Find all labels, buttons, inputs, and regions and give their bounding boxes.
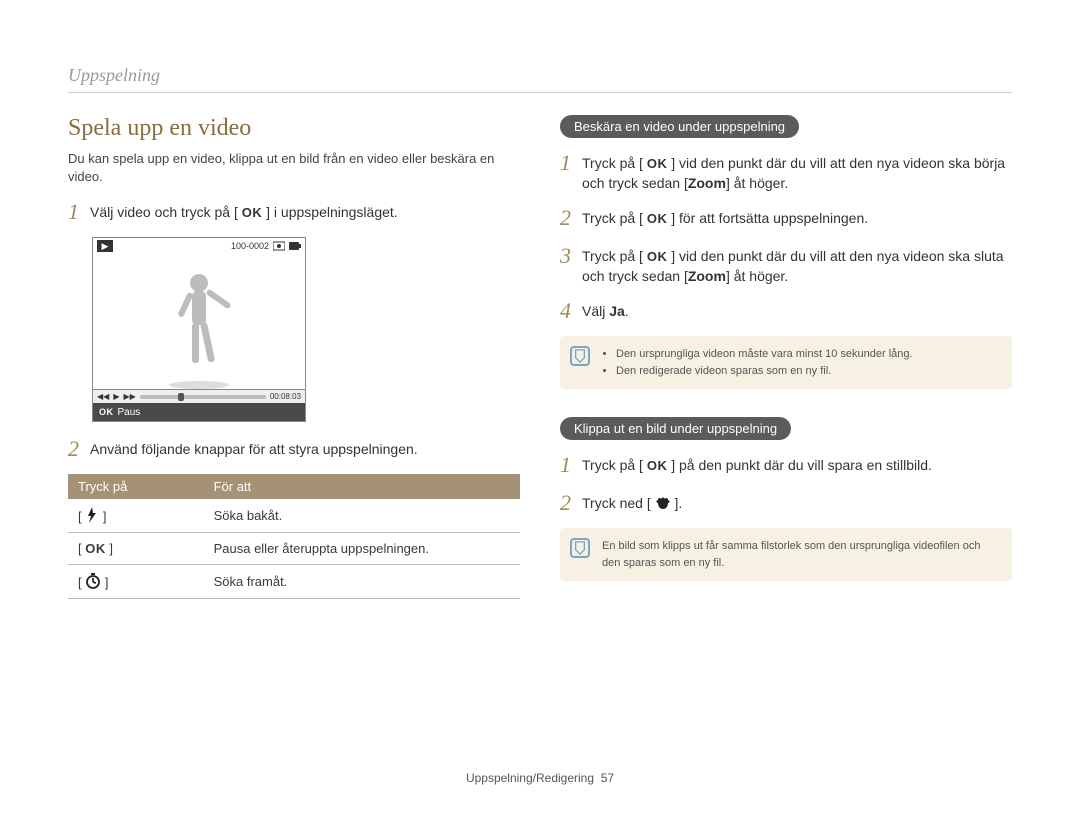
note-box: Den ursprungliga videon måste vara minst… xyxy=(560,336,1012,389)
table-header: För att xyxy=(204,474,520,499)
trim-step-1: 1 Tryck på [ OK ] vid den punkt där du v… xyxy=(560,150,1012,193)
file-counter: 100-0002 xyxy=(231,241,269,251)
left-step-1: 1 Välj video och tryck på [ OK ] i uppsp… xyxy=(68,199,520,225)
pause-label: Paus xyxy=(118,407,141,418)
subsection-clip-title: Klippa ut en bild under uppspelning xyxy=(560,417,791,440)
ok-icon: OK xyxy=(647,211,668,226)
table-cell: Söka framåt. xyxy=(204,565,520,599)
note-icon xyxy=(570,538,590,558)
step-text: Använd följande knappar för att styra up… xyxy=(90,436,520,462)
step-text: Tryck på [ xyxy=(582,155,643,171)
media-icon xyxy=(273,241,285,251)
left-column: Spela upp en video Du kan spela upp en v… xyxy=(68,115,520,599)
page-heading: Spela upp en video xyxy=(68,115,520,142)
step-number: 2 xyxy=(560,490,582,516)
play-icon: ▶ xyxy=(113,392,119,401)
clip-step-2: 2 Tryck ned [ ]. xyxy=(560,490,1012,516)
step-number: 3 xyxy=(560,243,582,286)
zoom-label: Zoom xyxy=(688,175,726,191)
note-icon xyxy=(570,346,590,366)
note-box: En bild som klipps ut får samma filstorl… xyxy=(560,528,1012,581)
section-header: Uppspelning xyxy=(68,65,1012,93)
step-text: Tryck på [ xyxy=(582,210,643,226)
ok-icon: OK xyxy=(85,541,106,556)
step-text: ] åt höger. xyxy=(726,268,788,284)
table-cell: Pausa eller återuppta uppspelningen. xyxy=(204,533,520,565)
rewind-icon: ◀◀ xyxy=(97,392,109,401)
progress-bar xyxy=(140,395,266,399)
table-cell: Söka bakåt. xyxy=(204,499,520,533)
table-row: [ ] Söka bakåt. xyxy=(68,499,520,533)
step-number: 1 xyxy=(68,199,90,225)
step-number: 1 xyxy=(560,150,582,193)
ok-icon: OK xyxy=(647,458,668,473)
macro-icon xyxy=(655,496,671,510)
right-column: Beskära en video under uppspelning 1 Try… xyxy=(560,115,1012,599)
step-text: ] på den punkt där du vill spara en stil… xyxy=(671,457,932,473)
footer-text: Uppspelning/Redigering xyxy=(466,771,594,785)
step-text: . xyxy=(625,303,629,319)
left-step-2: 2 Använd följande knappar för att styra … xyxy=(68,436,520,462)
battery-icon xyxy=(289,241,301,251)
step-number: 1 xyxy=(560,452,582,478)
flash-icon xyxy=(85,507,99,523)
trim-step-2: 2 Tryck på [ OK ] för att fortsätta upps… xyxy=(560,205,1012,231)
table-row: [ OK ] Pausa eller återuppta uppspelning… xyxy=(68,533,520,565)
ja-label: Ja xyxy=(609,303,625,319)
step-text: ]. xyxy=(675,495,683,511)
video-player-mock: ▶ 100-0002 xyxy=(92,237,306,422)
zoom-label: Zoom xyxy=(688,268,726,284)
ok-icon: OK xyxy=(647,156,668,171)
step-number: 4 xyxy=(560,298,582,324)
note-item: En bild som klipps ut får samma filstorl… xyxy=(602,538,1000,571)
ok-icon: OK xyxy=(99,407,114,417)
controls-table: Tryck på För att [ ] Söka bakåt. [ OK ] … xyxy=(68,474,520,599)
table-header: Tryck på xyxy=(68,474,204,499)
step-text: Tryck på [ xyxy=(582,248,643,264)
table-row: [ ] Söka framåt. xyxy=(68,565,520,599)
note-item: Den redigerade videon sparas som en ny f… xyxy=(616,363,1000,380)
step-text: Tryck ned [ xyxy=(582,495,651,511)
trim-step-4: 4 Välj Ja. xyxy=(560,298,1012,324)
timer-icon xyxy=(85,573,101,589)
ok-icon: OK xyxy=(242,205,263,220)
step-text: ] åt höger. xyxy=(726,175,788,191)
trim-step-3: 3 Tryck på [ OK ] vid den punkt där du v… xyxy=(560,243,1012,286)
play-mode-icon: ▶ xyxy=(97,240,113,252)
intro-text: Du kan spela upp en video, klippa ut en … xyxy=(68,150,520,185)
note-item: Den ursprungliga videon måste vara minst… xyxy=(616,346,1000,363)
subsection-trim-title: Beskära en video under uppspelning xyxy=(560,115,799,138)
silhouette-figure xyxy=(164,269,234,389)
clip-step-1: 1 Tryck på [ OK ] på den punkt där du vi… xyxy=(560,452,1012,478)
timestamp: 00:08:03 xyxy=(270,392,301,401)
step-number: 2 xyxy=(560,205,582,231)
step-text: Välj video och tryck på [ xyxy=(90,204,238,220)
step-number: 2 xyxy=(68,436,90,462)
step-text: Tryck på [ xyxy=(582,457,643,473)
step-text: ] i uppspelningsläget. xyxy=(266,204,398,220)
page-footer: Uppspelning/Redigering 57 xyxy=(0,771,1080,785)
page-number: 57 xyxy=(601,771,614,785)
forward-icon: ▶▶ xyxy=(123,392,135,401)
step-text: Välj xyxy=(582,303,609,319)
step-text: ] för att fortsätta uppspelningen. xyxy=(671,210,868,226)
ok-icon: OK xyxy=(647,249,668,264)
